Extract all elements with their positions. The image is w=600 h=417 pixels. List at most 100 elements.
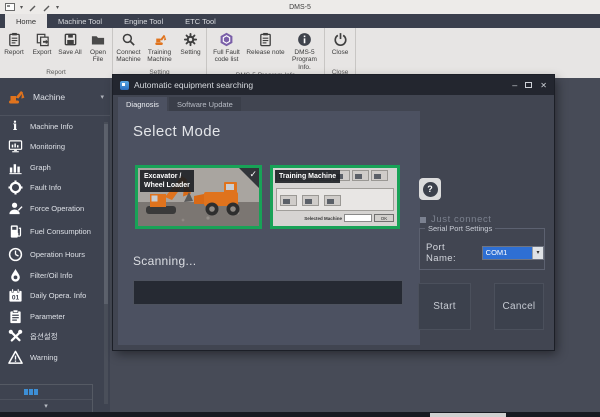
sidebar-item-filter-oil-info[interactable]: Filter/Oil Info bbox=[0, 265, 110, 286]
button-label: Connect Machine bbox=[113, 49, 144, 64]
tab-engine-tool[interactable]: Engine Tool bbox=[113, 14, 174, 28]
calendar-icon: 01 bbox=[0, 288, 30, 303]
cancel-button[interactable]: Cancel bbox=[494, 283, 544, 330]
tab-software-update[interactable]: Software Update bbox=[169, 97, 241, 112]
help-button[interactable]: ? bbox=[419, 178, 441, 200]
ribbon-tab-bar: Home Machine Tool Engine Tool ETC Tool bbox=[0, 14, 600, 28]
close-icon[interactable]: ✕ bbox=[540, 81, 547, 90]
sidebar-item-warning[interactable]: Warning bbox=[0, 347, 110, 368]
app-icon[interactable] bbox=[5, 3, 15, 11]
serial-port-settings-group: Serial Port Settings Port Name: COM1 ▾ bbox=[419, 228, 545, 270]
sidebar-item-option-settings[interactable]: 옵션설정 bbox=[0, 327, 110, 348]
ribbon-group-report: Report Export Save All bbox=[0, 28, 113, 78]
button-label: Setting bbox=[180, 49, 200, 56]
sidebar: Machine ▾ i Machine Info Monitoring Grap… bbox=[0, 78, 110, 412]
ribbon-group-close: Close Close bbox=[325, 28, 356, 78]
group-label-report: Report bbox=[0, 68, 112, 78]
clock-icon bbox=[0, 247, 30, 262]
sidebar-item-label: Graph bbox=[30, 163, 96, 172]
mode-card-label: Excavator /Wheel Loader bbox=[140, 170, 194, 192]
sidebar-item-graph[interactable]: Graph bbox=[0, 157, 110, 178]
sidebar-expand-button[interactable]: ▾ bbox=[0, 399, 92, 413]
save-all-icon bbox=[63, 31, 78, 48]
training-machine-icon bbox=[152, 31, 168, 48]
chevron-down-icon[interactable]: ▾ bbox=[100, 93, 104, 101]
chevron-down-icon[interactable]: ▾ bbox=[532, 247, 543, 259]
button-label: Close bbox=[332, 49, 349, 56]
button-label: Full Fault code list bbox=[207, 49, 246, 64]
excavator-icon bbox=[8, 90, 28, 104]
ribbon-group-program-info: Full Fault code list Release note DMS-5 … bbox=[207, 28, 325, 78]
fuel-pump-icon bbox=[0, 224, 30, 239]
button-label: Save All bbox=[58, 49, 82, 56]
tab-etc-tool[interactable]: ETC Tool bbox=[174, 14, 227, 28]
more-icon[interactable]: ▾ bbox=[56, 4, 59, 11]
window-title: DMS-5 bbox=[0, 4, 600, 11]
release-note-icon bbox=[258, 31, 273, 48]
sidebar-header-label: Machine bbox=[33, 92, 65, 102]
monitor-icon bbox=[0, 139, 30, 154]
sidebar-item-label: 옵션설정 bbox=[30, 332, 96, 341]
chevron-down-icon[interactable]: ▾ bbox=[20, 4, 23, 11]
clipboard-icon bbox=[0, 309, 30, 324]
dialog-icon bbox=[120, 81, 129, 90]
button-label: Export bbox=[33, 49, 52, 56]
dialog-tab-bar: Diagnosis Software Update bbox=[118, 97, 241, 112]
svg-text:01: 01 bbox=[11, 295, 19, 302]
scan-progress-bar bbox=[133, 280, 403, 305]
setting-gear-icon bbox=[183, 31, 198, 48]
diagnosis-panel: Select Mode bbox=[118, 111, 420, 345]
tab-machine-tool[interactable]: Machine Tool bbox=[47, 14, 113, 28]
sidebar-item-machine-info[interactable]: i Machine Info bbox=[0, 116, 110, 137]
tab-home[interactable]: Home bbox=[5, 14, 47, 28]
sidebar-item-label: Operation Hours bbox=[30, 250, 96, 259]
button-label: Report bbox=[4, 49, 24, 56]
sidebar-item-fault-info[interactable]: Fault Info bbox=[0, 178, 110, 199]
sidebar-item-monitoring[interactable]: Monitoring bbox=[0, 137, 110, 158]
export-button[interactable]: Export bbox=[28, 30, 56, 56]
port-name-select[interactable]: COM1 ▾ bbox=[482, 246, 544, 260]
sidebar-item-label: Fault Info bbox=[30, 183, 96, 192]
sidebar-item-label: Warning bbox=[30, 353, 96, 362]
mode-card-excavator-wheel-loader[interactable]: Excavator /Wheel Loader ✓ bbox=[135, 165, 262, 229]
report-icon bbox=[7, 31, 22, 48]
close-button[interactable]: Close bbox=[325, 30, 355, 56]
dialog-titlebar[interactable]: Automatic equipment searching – ✕ bbox=[113, 75, 554, 95]
taskbar-edge bbox=[0, 412, 600, 417]
release-note-button[interactable]: Release note bbox=[246, 30, 285, 56]
full-fault-code-list-button[interactable]: Full Fault code list bbox=[207, 30, 246, 64]
pen-icon[interactable] bbox=[28, 3, 37, 12]
scrollbar-thumb[interactable] bbox=[104, 124, 108, 304]
scanning-status: Scanning... bbox=[133, 254, 196, 268]
power-icon bbox=[333, 31, 348, 48]
tab-diagnosis[interactable]: Diagnosis bbox=[118, 97, 167, 112]
report-button[interactable]: Report bbox=[0, 30, 28, 56]
pen-icon[interactable] bbox=[42, 3, 51, 12]
taskbar-item-edge bbox=[430, 413, 506, 417]
sidebar-item-operation-hours[interactable]: Operation Hours bbox=[0, 245, 110, 266]
sidebar-scrollbar[interactable] bbox=[104, 122, 108, 404]
program-info-button[interactable]: DMS-5 Program Info. bbox=[285, 30, 324, 71]
sidebar-header-machine[interactable]: Machine ▾ bbox=[0, 78, 110, 116]
button-label: DMS-5 Program Info. bbox=[285, 49, 324, 71]
open-file-button[interactable]: Open File bbox=[84, 30, 112, 64]
fault-code-icon bbox=[219, 31, 234, 48]
sidebar-item-label: Monitoring bbox=[30, 142, 96, 151]
sidebar-item-parameter[interactable]: Parameter bbox=[0, 306, 110, 327]
sidebar-item-fuel-consumption[interactable]: Fuel Consumption bbox=[0, 219, 110, 245]
titlebar: ▾ ▾ DMS-5 bbox=[0, 0, 600, 14]
oil-drop-icon bbox=[0, 268, 30, 283]
save-all-button[interactable]: Save All bbox=[56, 30, 84, 56]
sidebar-item-force-operation[interactable]: Force Operation bbox=[0, 198, 110, 219]
minimize-button[interactable]: – bbox=[512, 81, 517, 89]
mode-card-training-machine[interactable]: Selected Machine OK Training Machine bbox=[270, 165, 400, 229]
sidebar-item-daily-opera-info[interactable]: 01 Daily Opera. Info bbox=[0, 286, 110, 307]
just-connect-checkbox[interactable] bbox=[420, 217, 426, 223]
setting-button[interactable]: Setting bbox=[175, 30, 206, 56]
connect-machine-button[interactable]: Connect Machine bbox=[113, 30, 144, 64]
port-name-value: COM1 bbox=[483, 247, 532, 259]
maximize-button[interactable] bbox=[525, 82, 532, 88]
training-machine-button[interactable]: Training Machine bbox=[144, 30, 175, 64]
start-button[interactable]: Start bbox=[418, 283, 471, 330]
serial-port-settings-label: Serial Port Settings bbox=[425, 224, 495, 233]
